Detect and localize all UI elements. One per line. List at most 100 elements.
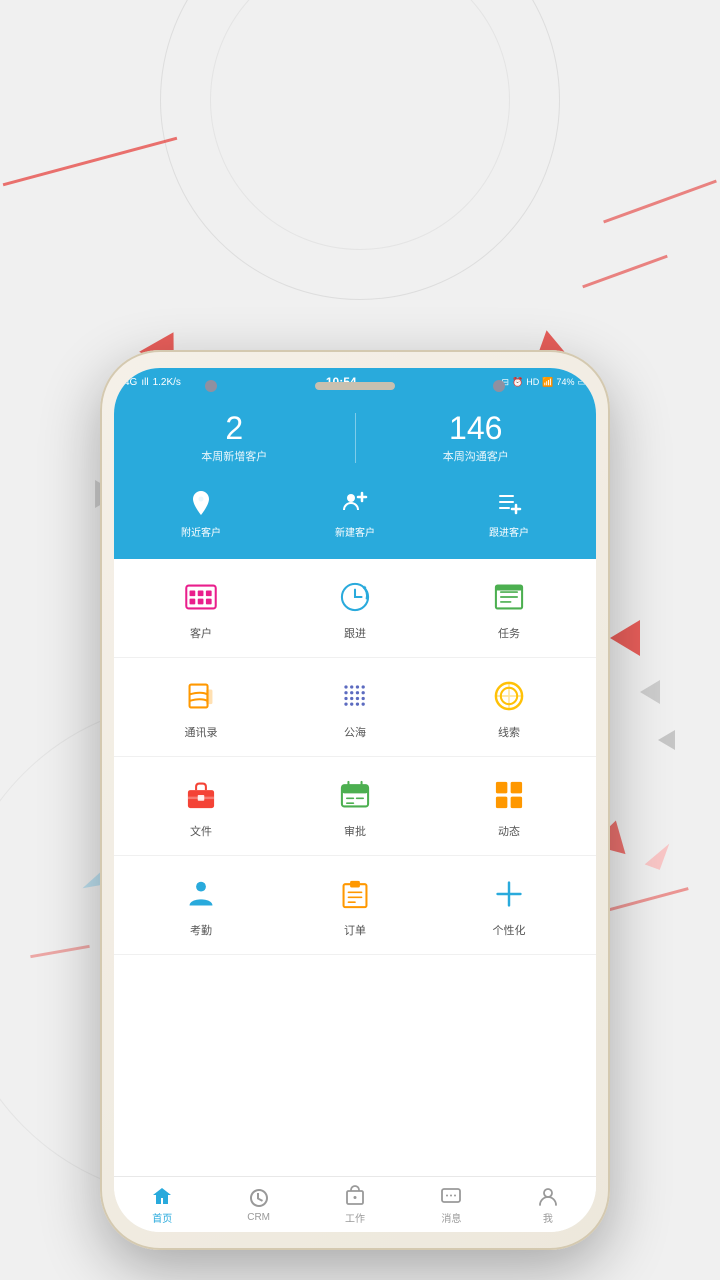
quick-action-follow[interactable]: 跟进客户 bbox=[432, 484, 586, 539]
attendance-label: 考勤 bbox=[190, 922, 212, 938]
grid-item-followup[interactable]: 跟进 bbox=[305, 575, 405, 641]
grid-row-2: 通讯录 bbox=[114, 658, 596, 757]
stat-contact-number: 146 bbox=[356, 412, 597, 444]
message-icon bbox=[439, 1184, 463, 1208]
attendance-icon-wrap bbox=[179, 872, 223, 916]
battery-icon: ▭ bbox=[577, 377, 586, 388]
stats-row: 2 本周新增客户 146 本周沟通客户 bbox=[114, 412, 596, 464]
task-icon bbox=[491, 579, 527, 615]
hd-badge: HD bbox=[526, 377, 539, 387]
phone-frame: 4G ıll 1.2K/s 10:54 ⊟ ⏰ HD 📶 74% ▭ bbox=[100, 350, 610, 1250]
stat-new-label: 本周新增客户 bbox=[114, 448, 355, 464]
customer-icon bbox=[183, 579, 219, 615]
header-banner: 2 本周新增客户 146 本周沟通客户 bbox=[114, 396, 596, 559]
contacts-icon-wrap bbox=[179, 674, 223, 718]
nav-me-label: 我 bbox=[543, 1210, 553, 1225]
location-icon bbox=[183, 484, 219, 520]
order-icon bbox=[337, 876, 373, 912]
customer-icon-wrap bbox=[179, 575, 223, 619]
battery-level: 74% bbox=[556, 377, 574, 387]
approval-label: 审批 bbox=[344, 823, 366, 839]
stat-new-customers: 2 本周新增客户 bbox=[114, 412, 355, 464]
add-person-icon bbox=[337, 484, 373, 520]
grid-item-file[interactable]: 文件 bbox=[151, 773, 251, 839]
home-icon bbox=[150, 1184, 174, 1208]
add-list-icon bbox=[491, 484, 527, 520]
nav-crm-label: CRM bbox=[247, 1212, 270, 1223]
quick-new-label: 新建客户 bbox=[335, 524, 375, 539]
order-icon-wrap bbox=[333, 872, 377, 916]
quick-follow-label: 跟进客户 bbox=[489, 524, 529, 539]
file-icon-wrap bbox=[179, 773, 223, 817]
grid-item-attendance[interactable]: 考勤 bbox=[151, 872, 251, 938]
alarm-icon: ⏰ bbox=[512, 377, 523, 388]
phone-camera-right bbox=[493, 380, 505, 392]
grid-row-3: 文件 bbox=[114, 757, 596, 856]
clue-label: 线索 bbox=[498, 724, 520, 740]
phone-camera-left bbox=[205, 380, 217, 392]
signal-bars: ıll bbox=[141, 377, 148, 388]
clue-icon bbox=[491, 678, 527, 714]
nav-message[interactable]: 消息 bbox=[403, 1177, 499, 1232]
grid-item-task[interactable]: 任务 bbox=[459, 575, 559, 641]
quick-nearby-label: 附近客户 bbox=[181, 524, 221, 539]
sea-label: 公海 bbox=[344, 724, 366, 740]
me-icon bbox=[536, 1184, 560, 1208]
approval-icon bbox=[337, 777, 373, 813]
nav-me[interactable]: 我 bbox=[500, 1177, 596, 1232]
grid-item-approval[interactable]: 审批 bbox=[305, 773, 405, 839]
status-right: ⊟ ⏰ HD 📶 74% ▭ bbox=[501, 377, 586, 388]
nav-home-label: 首页 bbox=[152, 1210, 172, 1225]
customize-label: 个性化 bbox=[493, 922, 526, 938]
file-icon bbox=[183, 777, 219, 813]
grid-item-customize[interactable]: 个性化 bbox=[459, 872, 559, 938]
customer-label: 客户 bbox=[190, 625, 212, 641]
speed-indicator: 1.2K/s bbox=[153, 377, 181, 388]
stat-contact-customers: 146 本周沟通客户 bbox=[356, 412, 597, 464]
screen-content: 2 本周新增客户 146 本周沟通客户 bbox=[114, 396, 596, 1232]
nav-work-label: 工作 bbox=[345, 1210, 365, 1225]
grid-menu: 客户 跟进 bbox=[114, 559, 596, 955]
work-icon bbox=[343, 1184, 367, 1208]
quick-action-nearby[interactable]: 附近客户 bbox=[124, 484, 278, 539]
crm-icon bbox=[247, 1186, 271, 1210]
grid-item-clue[interactable]: 线索 bbox=[459, 674, 559, 740]
task-icon-wrap bbox=[487, 575, 531, 619]
file-label: 文件 bbox=[190, 823, 212, 839]
nav-message-label: 消息 bbox=[441, 1210, 461, 1225]
quick-action-new[interactable]: 新建客户 bbox=[278, 484, 432, 539]
contacts-label: 通讯录 bbox=[185, 724, 218, 740]
stat-contact-label: 本周沟通客户 bbox=[356, 448, 597, 464]
wifi-icon: 📶 bbox=[542, 377, 553, 388]
grid-item-contacts[interactable]: 通讯录 bbox=[151, 674, 251, 740]
order-label: 订单 bbox=[344, 922, 366, 938]
sea-icon-wrap bbox=[333, 674, 377, 718]
phone-speaker bbox=[315, 382, 395, 390]
followup-icon-wrap bbox=[333, 575, 377, 619]
approval-icon-wrap bbox=[333, 773, 377, 817]
nav-work[interactable]: 工作 bbox=[307, 1177, 403, 1232]
followup-icon bbox=[337, 579, 373, 615]
sea-icon bbox=[337, 678, 373, 714]
contacts-icon bbox=[183, 678, 219, 714]
customize-icon bbox=[491, 876, 527, 912]
quick-actions-bar: 附近客户 新建客户 bbox=[114, 484, 596, 539]
dynamic-icon bbox=[491, 777, 527, 813]
grid-item-sea[interactable]: 公海 bbox=[305, 674, 405, 740]
grid-item-order[interactable]: 订单 bbox=[305, 872, 405, 938]
task-label: 任务 bbox=[498, 625, 520, 641]
grid-item-customer[interactable]: 客户 bbox=[151, 575, 251, 641]
clue-icon-wrap bbox=[487, 674, 531, 718]
stat-new-number: 2 bbox=[114, 412, 355, 444]
nav-home[interactable]: 首页 bbox=[114, 1177, 210, 1232]
status-left: 4G ıll 1.2K/s bbox=[124, 377, 181, 388]
grid-item-dynamic[interactable]: 动态 bbox=[459, 773, 559, 839]
grid-row-4: 考勤 bbox=[114, 856, 596, 955]
main-content: 2 本周新增客户 146 本周沟通客户 bbox=[114, 396, 596, 1011]
followup-label: 跟进 bbox=[344, 625, 366, 641]
dynamic-label: 动态 bbox=[498, 823, 520, 839]
dynamic-icon-wrap bbox=[487, 773, 531, 817]
nav-crm[interactable]: CRM bbox=[210, 1177, 306, 1232]
grid-row-1: 客户 跟进 bbox=[114, 559, 596, 658]
attendance-icon bbox=[183, 876, 219, 912]
